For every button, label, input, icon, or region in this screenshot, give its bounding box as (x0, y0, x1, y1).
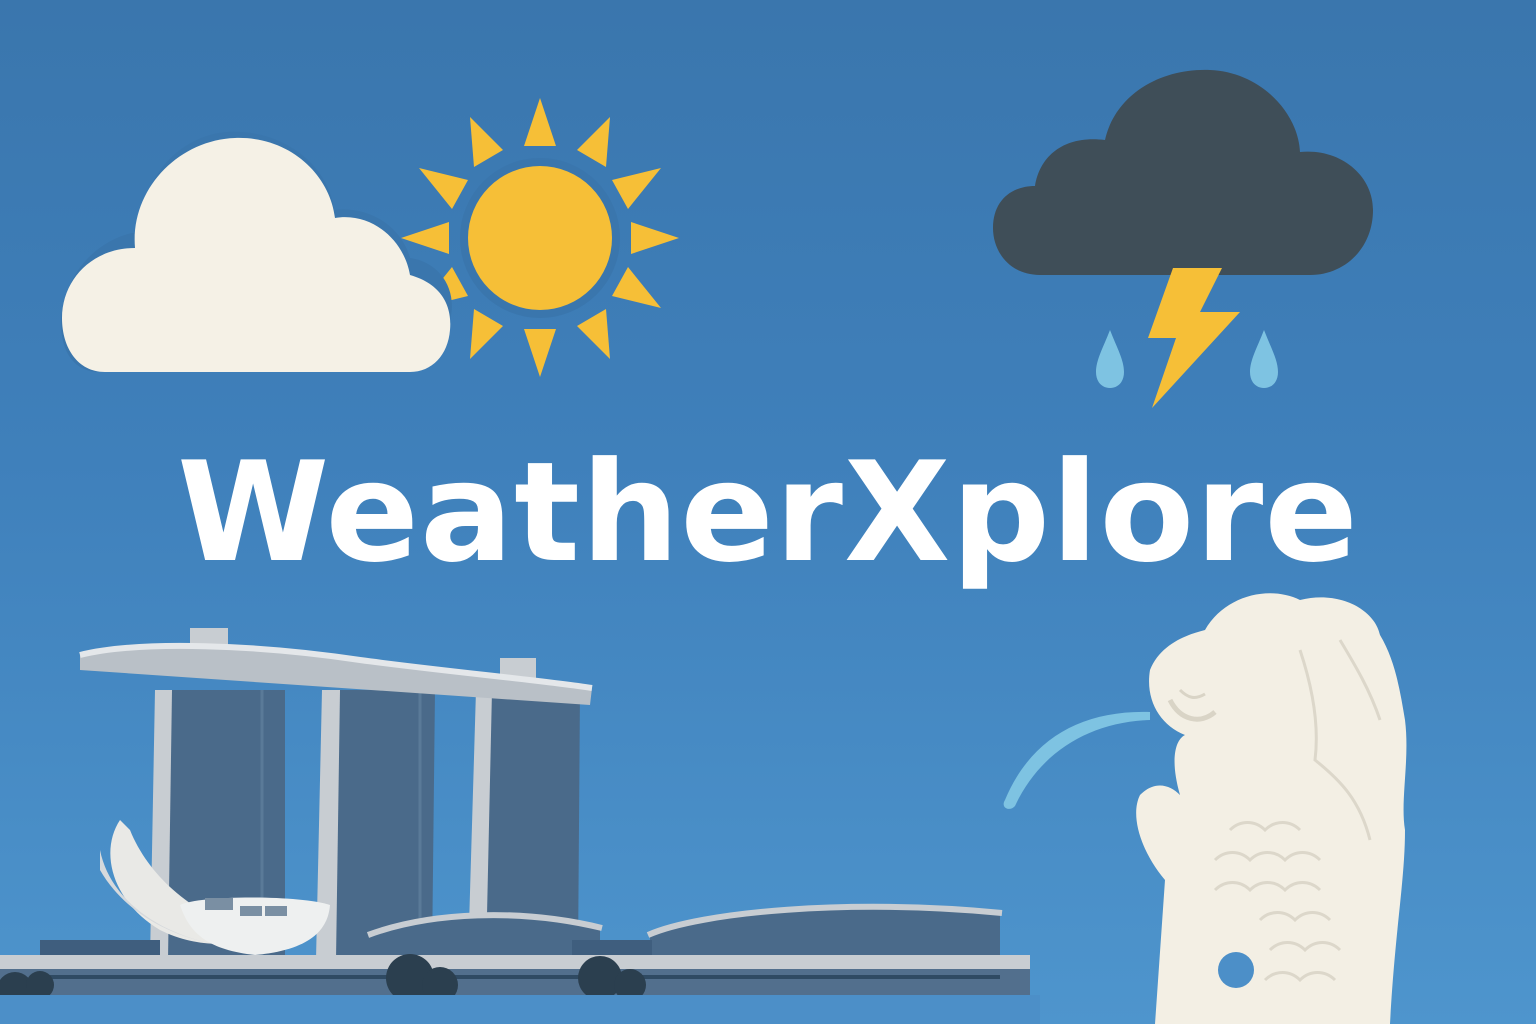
lightning-icon (1148, 268, 1240, 408)
cloud-icon (61, 131, 452, 372)
rain-drop-icon (1250, 330, 1278, 388)
partly-sunny-icon (61, 98, 679, 377)
app-title: WeatherXplore (177, 432, 1359, 593)
thunderstorm-icon (993, 69, 1373, 408)
water-stream (1003, 711, 1150, 809)
marina-bay-sands-illustration (0, 628, 1040, 1024)
merlion-statue (1136, 593, 1407, 1024)
merlion-illustration (1003, 593, 1407, 1024)
rain-drop-icon (1096, 330, 1124, 388)
storm-cloud-icon (993, 69, 1373, 276)
